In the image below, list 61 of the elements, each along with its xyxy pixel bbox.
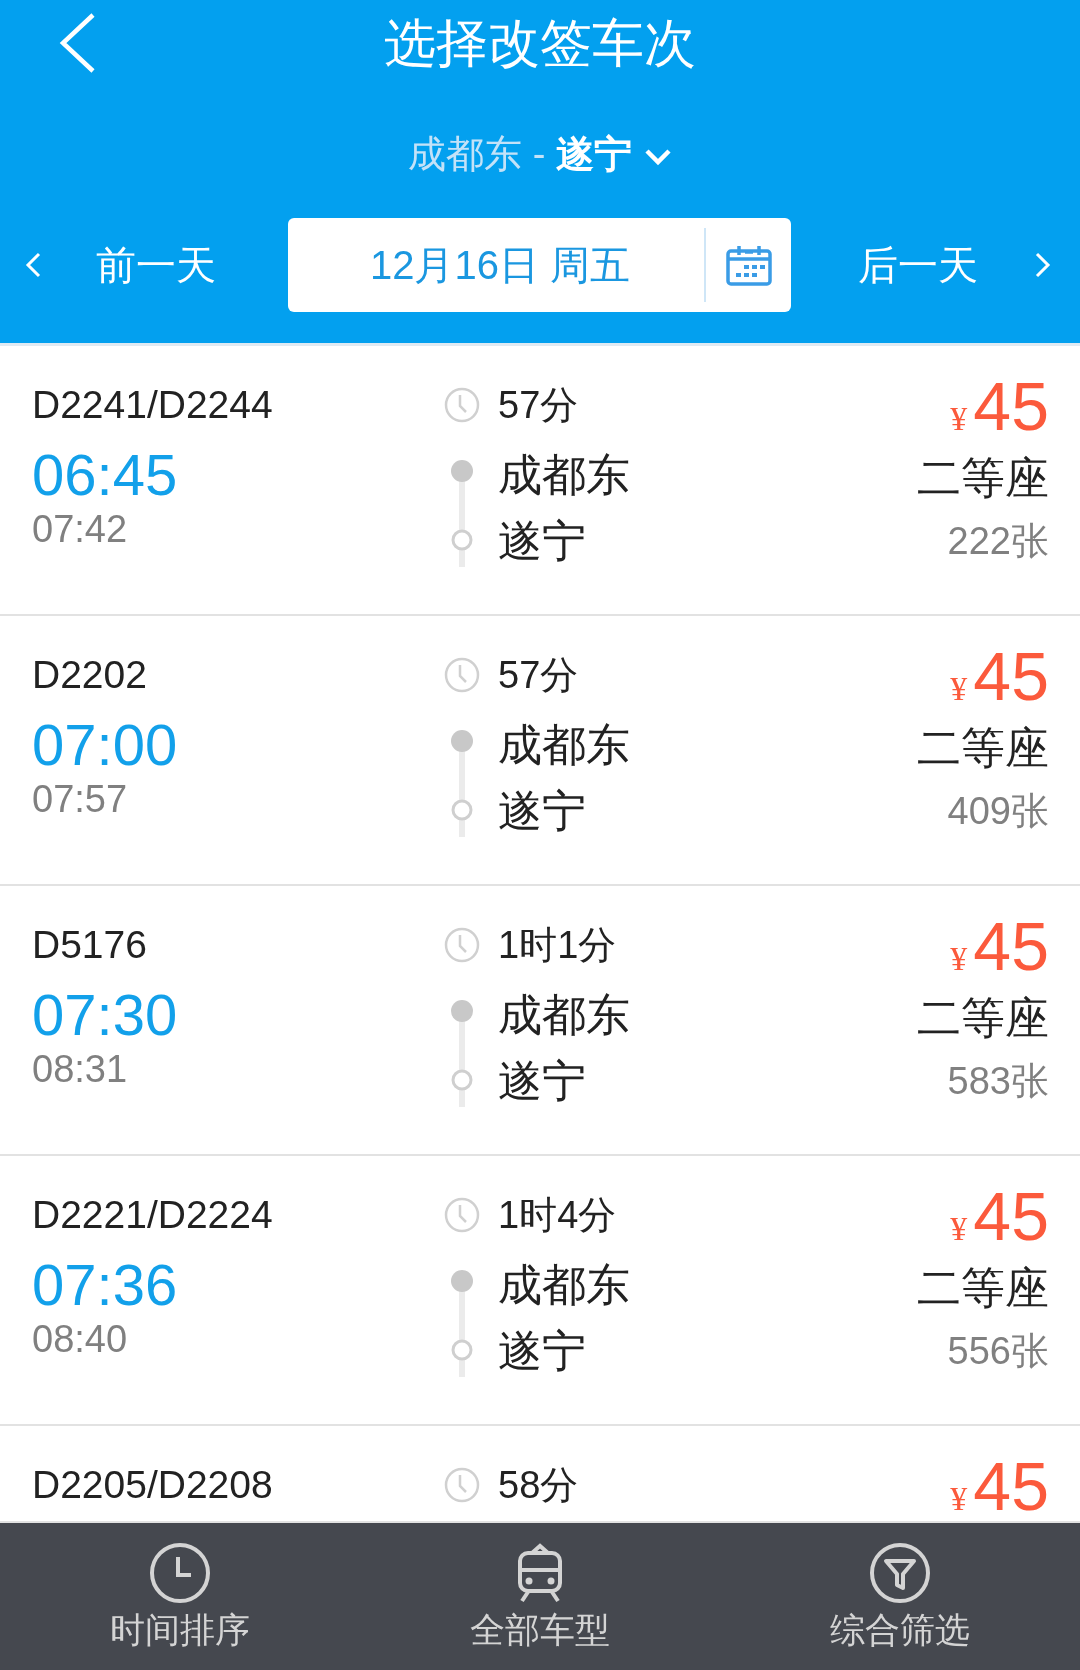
toolbar-button[interactable]: 综合筛选 bbox=[830, 1523, 970, 1670]
currency-symbol: ¥ bbox=[950, 669, 968, 709]
arrival-time: 07:57 bbox=[32, 777, 129, 821]
seat-class: 二等座 bbox=[917, 452, 1049, 504]
seat-class: 二等座 bbox=[917, 1262, 1049, 1314]
travel-duration: 57分 bbox=[498, 383, 579, 427]
tickets-left: 556张 bbox=[947, 1329, 1049, 1374]
currency-symbol: ¥ bbox=[950, 399, 968, 439]
travel-duration: 57分 bbox=[498, 653, 579, 697]
arrival-station: 遂宁 bbox=[498, 1325, 587, 1377]
clock-icon bbox=[444, 927, 480, 963]
ticket-price: 45 bbox=[973, 644, 1049, 708]
departure-station: 成都东 bbox=[498, 719, 630, 771]
tickets-left: 583张 bbox=[947, 1059, 1049, 1104]
calendar-icon bbox=[726, 244, 772, 286]
clock-icon bbox=[444, 1197, 480, 1233]
caret-icon bbox=[643, 147, 672, 166]
ticket-price: 45 bbox=[973, 1184, 1049, 1248]
ticket-price: 45 bbox=[973, 1454, 1049, 1518]
departure-station: 成都东 bbox=[498, 989, 630, 1041]
seat-class: 二等座 bbox=[917, 722, 1049, 774]
tickets-left: 222张 bbox=[947, 519, 1049, 564]
arrival-station: 遂宁 bbox=[498, 785, 587, 837]
clock-icon bbox=[444, 657, 480, 693]
clock-icon bbox=[149, 1542, 211, 1604]
currency-symbol: ¥ bbox=[950, 1479, 968, 1519]
departure-time: 07:00 bbox=[32, 713, 179, 777]
train-number: D5176 bbox=[32, 923, 148, 967]
ticket-price: 45 bbox=[973, 374, 1049, 438]
toolbar-button[interactable]: 全部车型 bbox=[470, 1523, 610, 1670]
filter-icon bbox=[869, 1542, 931, 1604]
chevron-right-icon bbox=[1034, 251, 1052, 279]
date-picker[interactable]: 12月16日 周五 bbox=[288, 218, 791, 312]
clock-icon bbox=[444, 1467, 480, 1503]
chevron-left-icon bbox=[24, 251, 42, 279]
ticket-price: 45 bbox=[973, 914, 1049, 978]
departure-station: 成都东 bbox=[498, 1259, 630, 1311]
departure-time: 06:45 bbox=[32, 443, 179, 507]
arrival-time: 07:42 bbox=[32, 507, 129, 551]
arrival-station: 遂宁 bbox=[498, 1055, 587, 1107]
clock-icon bbox=[444, 387, 480, 423]
currency-symbol: ¥ bbox=[950, 1209, 968, 1249]
arrival-time: 08:31 bbox=[32, 1047, 129, 1091]
seat-class: 二等座 bbox=[917, 992, 1049, 1044]
arrival-time: 08:40 bbox=[32, 1317, 129, 1361]
departure-time: 07:36 bbox=[32, 1253, 179, 1317]
travel-duration: 1时1分 bbox=[498, 923, 617, 967]
page-title: 选择改签车次 bbox=[384, 13, 696, 74]
train-number: D2241/D2244 bbox=[32, 383, 274, 427]
travel-duration: 1时4分 bbox=[498, 1193, 617, 1237]
train-number: D2202 bbox=[32, 653, 148, 697]
travel-duration: 58分 bbox=[498, 1463, 579, 1507]
toolbar-button[interactable]: 时间排序 bbox=[110, 1523, 250, 1670]
train-number: D2205/D2208 bbox=[32, 1463, 274, 1507]
tickets-left: 409张 bbox=[947, 789, 1049, 834]
back-icon[interactable] bbox=[57, 12, 97, 74]
train-number: D2221/D2224 bbox=[32, 1193, 274, 1237]
departure-station: 成都东 bbox=[498, 449, 630, 501]
departure-time: 07:30 bbox=[32, 983, 179, 1047]
currency-symbol: ¥ bbox=[950, 939, 968, 979]
arrival-station: 遂宁 bbox=[498, 515, 587, 567]
